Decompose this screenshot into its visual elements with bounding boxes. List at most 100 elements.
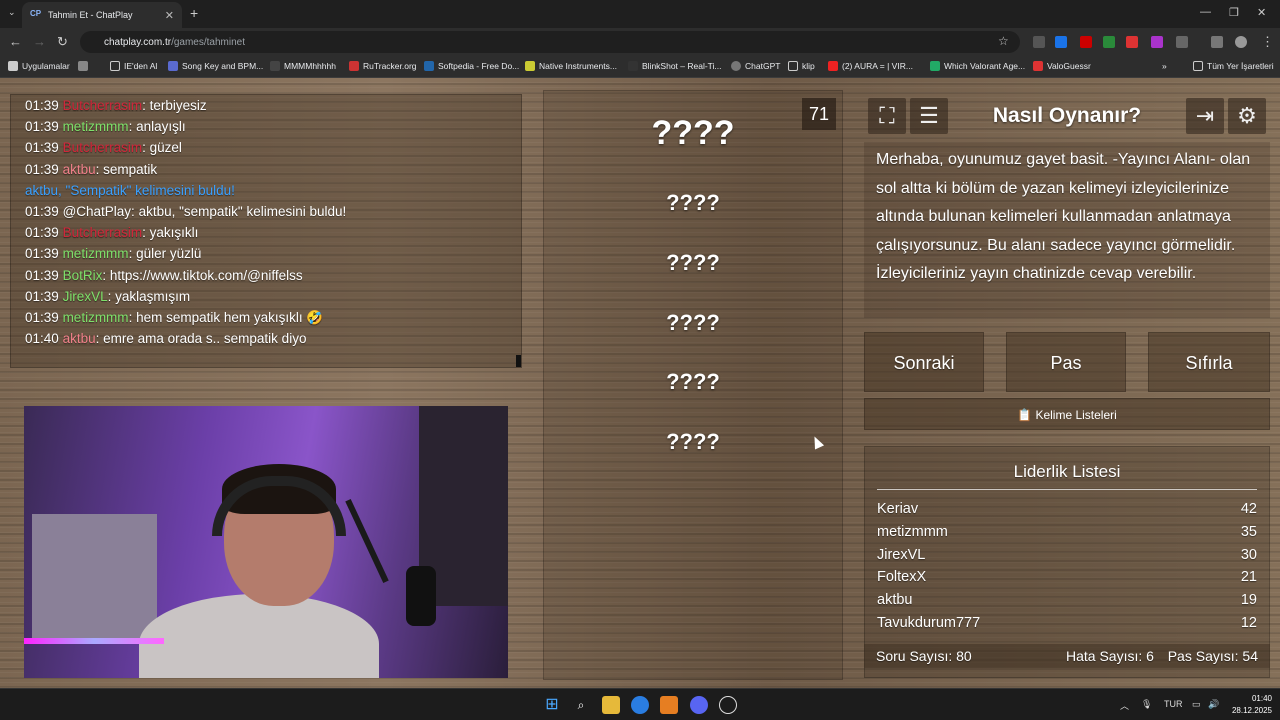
file-explorer-icon[interactable] xyxy=(602,696,620,714)
player-score: 19 xyxy=(1240,592,1257,609)
chrome-icon[interactable] xyxy=(631,696,649,714)
microphone-icon[interactable]: 🎙 xyxy=(1141,699,1152,710)
bookmark-ieden-al[interactable]: IE'den Al xyxy=(110,61,157,71)
chat-username[interactable]: aktbu, "Sempatik" kelimesini buldu! xyxy=(25,183,235,198)
chat-timestamp: 01:39 xyxy=(25,267,59,283)
leaderboard-title: Liderlik Listesi xyxy=(1013,462,1121,481)
forward-icon[interactable]: → xyxy=(33,34,46,49)
reload-icon[interactable]: ↻ xyxy=(57,34,68,50)
close-tab-icon[interactable]: ✕ xyxy=(165,9,174,22)
pass-count: Pas Sayısı: 54 xyxy=(1167,648,1258,664)
logout-icon[interactable]: ⇥ xyxy=(1186,98,1224,134)
chat-text: aktbu, "sempatik" kelimesini buldu! xyxy=(138,203,347,219)
chat-message: 01:39 @ChatPlay: aktbu, "sempatik" kelim… xyxy=(11,201,521,222)
bookmark-grid-icon[interactable] xyxy=(78,61,92,71)
chat-timestamp: 01:39 xyxy=(25,246,59,262)
site-favicon-icon xyxy=(349,61,359,71)
extension-icon[interactable] xyxy=(1103,36,1115,48)
next-button[interactable]: Sonraki xyxy=(864,332,984,392)
extension-icon[interactable] xyxy=(1033,36,1045,48)
chat-username[interactable]: @ChatPlay xyxy=(63,204,131,219)
obs-icon[interactable] xyxy=(719,696,737,714)
bookmark-all[interactable]: Tüm Yer İşaretleri xyxy=(1193,61,1274,71)
bookmark-softpedia[interactable]: Softpedia - Free Do... xyxy=(424,61,519,71)
pass-button[interactable]: Pas xyxy=(1006,332,1126,392)
grid-icon xyxy=(78,61,88,71)
restore-icon[interactable]: ❐ xyxy=(1229,6,1239,19)
bookmark-valoguessr[interactable]: ValoGuessr xyxy=(1033,61,1091,71)
bookmark-blinkshot[interactable]: BlinkShot – Real-Ti... xyxy=(628,61,722,71)
bookmark-klip[interactable]: klip xyxy=(788,61,815,71)
close-window-icon[interactable]: ✕ xyxy=(1257,6,1266,19)
profile-avatar-icon[interactable] xyxy=(1235,36,1247,48)
youtube-icon xyxy=(828,61,838,71)
language-indicator[interactable]: TUR xyxy=(1164,699,1183,709)
site-favicon-icon xyxy=(424,61,434,71)
chat-username[interactable]: aktbu xyxy=(63,331,96,346)
chat-username[interactable]: metizmmm xyxy=(63,310,129,325)
error-count: Hata Sayısı: 6 xyxy=(1066,648,1154,664)
display-icon[interactable]: ▭ xyxy=(1192,699,1201,710)
chat-username[interactable]: Butcherrasim xyxy=(63,140,143,155)
taskbar-clock[interactable]: 01:40 28.12.2025 xyxy=(1226,693,1272,717)
folder-icon xyxy=(1193,61,1203,71)
reading-list-icon[interactable] xyxy=(1211,36,1223,48)
chat-message: 01:39 aktbu: sempatik xyxy=(11,159,521,180)
extension-icon[interactable] xyxy=(1080,36,1092,48)
game-area: 01:39 Butcherrasim: terbiyesiz 01:39 meti… xyxy=(0,78,1280,688)
chat-scrollbar[interactable] xyxy=(516,355,521,367)
bookmark-native-instruments[interactable]: Native Instruments... xyxy=(525,61,617,71)
extension-icon[interactable] xyxy=(1151,36,1163,48)
extension-icon[interactable] xyxy=(1126,36,1138,48)
folder-icon xyxy=(525,61,535,71)
bookmark-aura[interactable]: (2) AURA = | VIR... xyxy=(828,61,913,71)
chat-username[interactable]: Butcherrasim xyxy=(63,225,143,240)
chat-username[interactable]: metizmmm xyxy=(63,119,129,134)
discord-icon[interactable] xyxy=(690,696,708,714)
bookmark-rutracker[interactable]: RuTracker.org xyxy=(349,61,417,71)
question-count: Soru Sayısı: 80 xyxy=(876,648,972,664)
chat-username[interactable]: aktbu xyxy=(63,162,96,177)
chat-username[interactable]: Butcherrasim xyxy=(63,98,143,113)
tray-chevron-icon[interactable]: ︿ xyxy=(1120,699,1129,712)
speaker-icon[interactable]: 🔊 xyxy=(1208,699,1219,710)
tab-search-chevron-icon[interactable]: ⌄ xyxy=(8,7,16,18)
fl-studio-icon[interactable] xyxy=(660,696,678,714)
chat-timestamp: 01:39 xyxy=(25,140,59,156)
chatgpt-icon xyxy=(731,61,741,71)
chat-message: aktbu, "Sempatik" kelimesini buldu! xyxy=(11,180,521,201)
player-name: aktbu xyxy=(877,592,913,609)
address-bar[interactable]: chatplay.com.tr/games/tahminet xyxy=(80,31,1020,53)
reset-button[interactable]: Sıfırla xyxy=(1148,332,1270,392)
chat-username[interactable]: BotRix xyxy=(63,268,103,283)
bookmark-song-key[interactable]: Song Key and BPM... xyxy=(168,61,263,71)
bookmark-valorant[interactable]: Which Valorant Age... xyxy=(930,61,1025,71)
active-tab[interactable]: CP Tahmin Et - ChatPlay ✕ xyxy=(22,2,182,28)
settings-gear-icon[interactable]: ⚙ xyxy=(1228,98,1266,134)
minimize-icon[interactable]: — xyxy=(1200,6,1211,18)
new-tab-button[interactable]: + xyxy=(190,5,198,21)
leaderboard-list[interactable]: Keriav 42 metizmmm 35 JirexVL 30 FoltexX 21 aktb… xyxy=(865,498,1269,638)
bookmarks-overflow-icon[interactable]: » xyxy=(1162,61,1167,71)
bookmark-chatgpt[interactable]: ChatGPT xyxy=(731,61,780,71)
bookmark-apps[interactable]: Uygulamalar xyxy=(8,61,70,71)
leaderboard-row: FoltexX 21 xyxy=(865,566,1269,589)
site-favicon-icon xyxy=(168,61,178,71)
menu-kebab-icon[interactable]: ⋮ xyxy=(1261,34,1274,50)
bookmark-mmmm[interactable]: MMMMhhhhh xyxy=(270,61,336,71)
folder-icon xyxy=(110,61,120,71)
chat-text: sempatik xyxy=(103,161,158,177)
leaderboard-row: JirexVL 30 xyxy=(865,544,1269,567)
chat-timestamp: 01:39 xyxy=(25,119,59,135)
chat-username[interactable]: metizmmm xyxy=(63,246,129,261)
back-icon[interactable]: ← xyxy=(9,34,22,49)
chat-text: emre ama orada s.. sempatik diyo xyxy=(103,331,307,347)
windows-start-icon[interactable]: ⊞ xyxy=(543,696,561,714)
extensions-puzzle-icon[interactable] xyxy=(1176,36,1188,48)
chat-username[interactable]: JirexVL xyxy=(63,289,108,304)
search-icon[interactable]: ⌕ xyxy=(572,696,590,714)
word-lists-button[interactable]: 📋 Kelime Listeleri xyxy=(864,398,1270,430)
bookmark-star-icon[interactable]: ☆ xyxy=(998,34,1009,48)
chat-message: 01:39 metizmmm: hem sempatik hem yakışık… xyxy=(11,307,521,328)
extension-icon[interactable] xyxy=(1055,36,1067,48)
